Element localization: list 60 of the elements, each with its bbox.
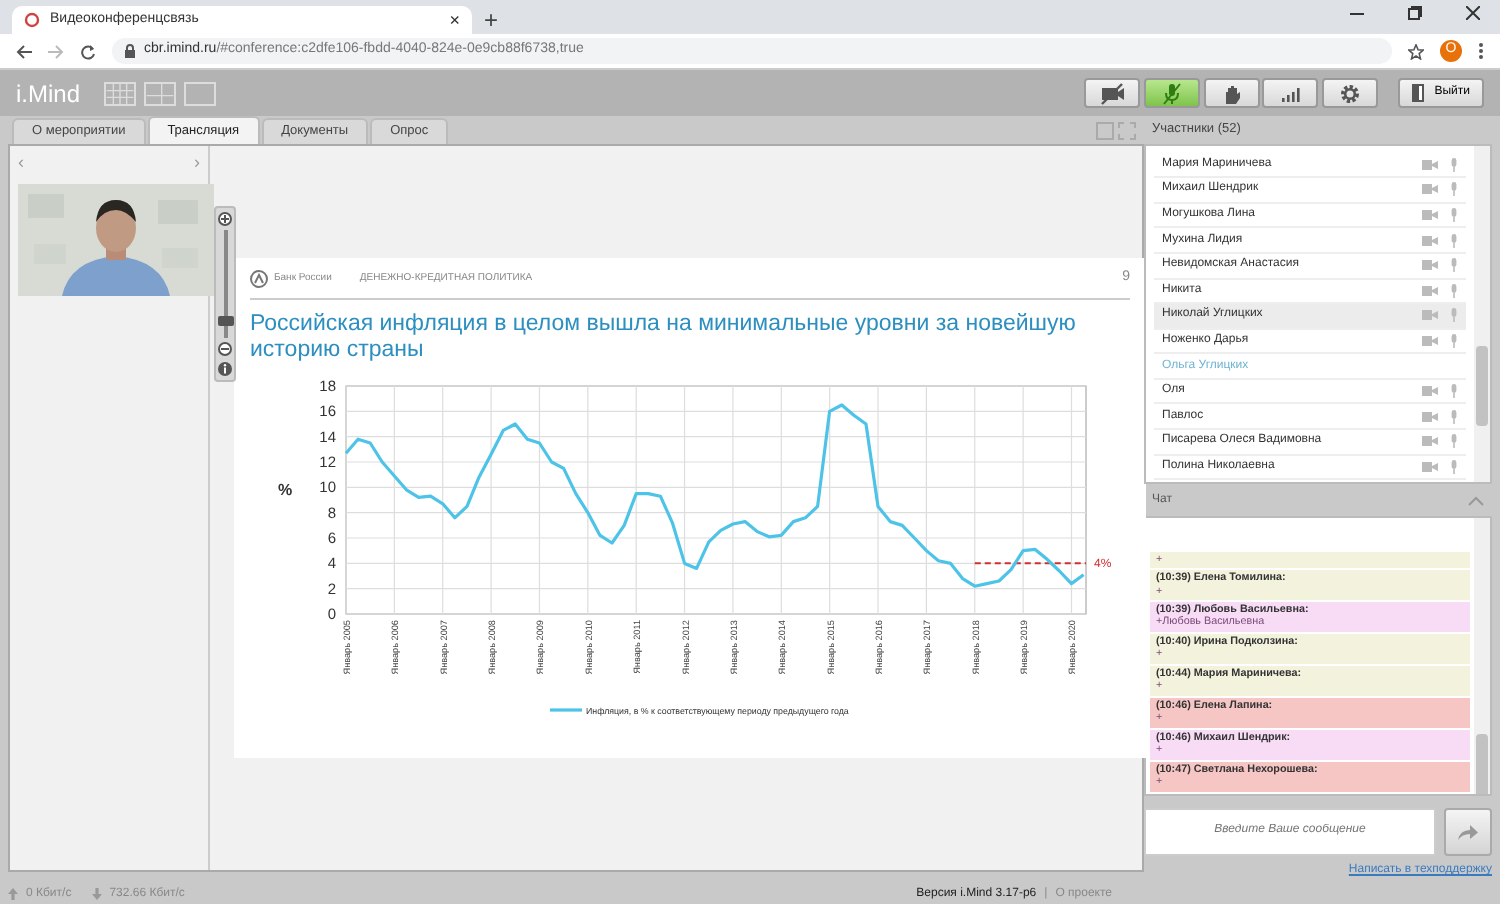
lock-icon <box>124 44 136 58</box>
camera-icon <box>1422 159 1438 170</box>
close-icon[interactable] <box>1466 6 1480 20</box>
microphone-icon <box>1450 409 1458 424</box>
download-icon <box>91 888 102 900</box>
info-icon[interactable] <box>218 362 232 376</box>
camera-off-icon <box>1100 81 1125 105</box>
zoom-out-icon[interactable] <box>218 342 232 356</box>
camera-icon <box>1422 260 1438 271</box>
y-axis-label: % <box>278 481 293 500</box>
camera-off-button[interactable] <box>1084 78 1141 108</box>
microphone-icon <box>1450 208 1458 223</box>
camera-icon <box>1422 285 1438 296</box>
upload-icon <box>8 888 18 900</box>
signal-button[interactable] <box>1262 78 1319 108</box>
microphone-icon <box>1450 334 1458 348</box>
microphone-icon <box>1450 434 1458 449</box>
microphone-icon <box>1450 384 1458 399</box>
camera-icon <box>1422 310 1438 321</box>
send-button[interactable] <box>1444 807 1492 856</box>
scroll-thumb[interactable] <box>1476 345 1488 426</box>
menu-icon[interactable] <box>1478 42 1484 60</box>
tab-close-button[interactable]: × <box>449 11 460 29</box>
back-icon[interactable] <box>16 43 32 59</box>
microphone-button[interactable] <box>1143 78 1200 108</box>
arrow-icon <box>1458 823 1478 840</box>
hand-button[interactable] <box>1203 78 1260 108</box>
camera-icon <box>1422 336 1438 346</box>
slider-thumb[interactable] <box>217 315 233 326</box>
site-icon <box>24 12 40 28</box>
microphone-icon <box>1450 233 1458 248</box>
new-tab-button[interactable]: + <box>484 8 499 32</box>
microphone-icon <box>1450 182 1458 197</box>
camera-icon <box>1422 235 1438 246</box>
camera-icon <box>1422 411 1438 422</box>
camera-icon <box>1422 436 1438 447</box>
door-icon <box>1412 84 1427 102</box>
microphone-icon <box>1450 308 1458 323</box>
microphone-icon <box>1450 258 1458 273</box>
camera-icon <box>1422 386 1438 397</box>
scrollbar[interactable] <box>1474 145 1490 482</box>
settings-button[interactable] <box>1322 78 1379 108</box>
microphone-icon <box>1159 81 1184 105</box>
slide-title: Российская инфляция в целом вышла на минимальные уровни за новейшую историю страны <box>250 311 1078 367</box>
restore-icon[interactable] <box>1408 6 1422 20</box>
star-icon[interactable] <box>1408 43 1424 59</box>
app-logo: i.Mind <box>16 77 81 111</box>
microphone-icon <box>1450 283 1458 298</box>
camera-icon <box>1422 210 1438 221</box>
camera-icon <box>1422 461 1438 472</box>
bank-logo-icon <box>250 269 268 288</box>
camera-icon <box>1422 184 1438 195</box>
microphone-icon <box>1450 459 1458 474</box>
scroll-thumb[interactable] <box>1476 734 1488 794</box>
target-line <box>973 562 1087 565</box>
settings-icon <box>1338 81 1363 105</box>
microphone-icon <box>1450 157 1458 172</box>
reload-icon[interactable] <box>80 43 96 59</box>
zoom-in-icon[interactable] <box>218 212 232 226</box>
scrollbar[interactable] <box>1474 518 1490 794</box>
